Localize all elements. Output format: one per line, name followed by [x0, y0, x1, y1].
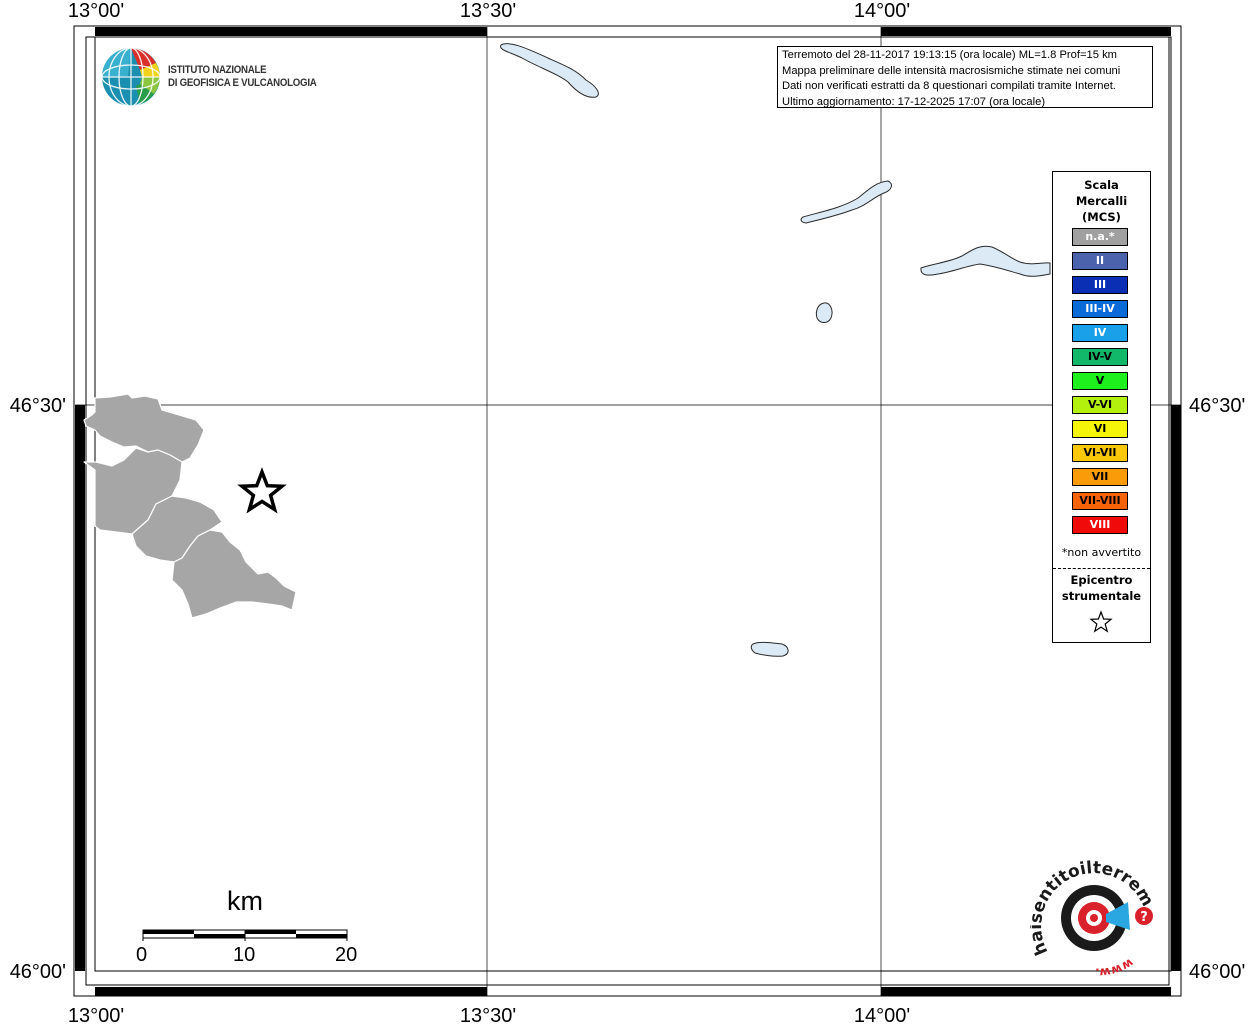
legend-swatch-4: IV: [1072, 324, 1128, 342]
legend-swatch-12: VIII: [1072, 516, 1128, 534]
haisentito-logo-prefix: www.: [1095, 956, 1136, 980]
event-info-box: Terremoto del 28-11-2017 19:13:15 (ora l…: [777, 46, 1153, 108]
legend-swatch-10: VII: [1072, 468, 1128, 486]
legend-swatch-9: VI-VII: [1072, 444, 1128, 462]
lon-label-top-2: 13°30': [460, 0, 516, 22]
event-info-line4: Ultimo aggiornamento: 17-12-2025 17:07 (…: [782, 95, 1046, 108]
legend-epicenter-line2: strumentale: [1061, 589, 1142, 603]
lon-label-top-1: 13°00': [68, 0, 124, 22]
legend-swatch-1: II: [1072, 252, 1128, 270]
haisentito-logo: haisentitoilterremoto.it www. ?: [1024, 845, 1160, 980]
legend-star-icon: [1089, 610, 1113, 633]
haisentito-logo-graphic: haisentitoilterremoto.it www. ?: [1024, 845, 1157, 980]
institute-name: ISTITUTO NAZIONALE DI GEOFISICA E VULCAN…: [168, 64, 317, 90]
lon-label-bottom-3: 14°00': [854, 1005, 910, 1024]
legend-note: *non avvertito: [1061, 546, 1142, 559]
legend-separator: [1053, 568, 1150, 569]
legend-swatch-5: IV-V: [1072, 348, 1128, 366]
legend-title-line1: Scala: [1084, 178, 1119, 192]
scale-label-20: 20: [335, 944, 358, 966]
lat-label-left-2: 46°00': [10, 961, 66, 983]
lon-label-top-3: 14°00': [854, 0, 910, 22]
legend-title: Scala Mercalli (MCS): [1053, 177, 1150, 225]
map-frame: [73, 25, 1182, 997]
svg-text:?: ?: [1140, 910, 1148, 925]
lat-label-right-2: 46°00': [1189, 961, 1245, 983]
legend-title-line2: Mercalli: [1075, 194, 1128, 208]
lon-label-bottom-1: 13°00': [68, 1005, 124, 1024]
lon-label-bottom-2: 13°30': [460, 1005, 516, 1024]
ingv-logo: ISTITUTO NAZIONALE DI GEOFISICA E VULCAN…: [100, 46, 340, 110]
globe-icon: [101, 47, 161, 107]
svg-text:www.: www.: [1095, 956, 1136, 976]
event-info-line1: Terremoto del 28-11-2017 19:13:15 (ora l…: [782, 49, 1117, 61]
legend-epicenter-line1: Epicentro: [1070, 573, 1133, 587]
institute-name-line1: ISTITUTO NAZIONALE: [168, 64, 267, 76]
scale-label-10: 10: [233, 944, 256, 966]
legend-swatch-7: V-VI: [1072, 396, 1128, 414]
intensity-legend: Scala Mercalli (MCS) n.a.* II III III-IV IV I…: [1052, 171, 1151, 643]
legend-swatch-11: VII-VIII: [1072, 492, 1128, 510]
scale-label-0: 0: [136, 944, 148, 966]
institute-name-line2: DI GEOFISICA E VULCANOLOGIA: [168, 77, 317, 89]
lat-label-right-1: 46°30': [1189, 395, 1245, 417]
legend-swatch-3: III-IV: [1072, 300, 1128, 318]
lake-small-oval: [815, 302, 833, 323]
legend-swatch-2: III: [1072, 276, 1128, 294]
legend-items: n.a.* II III III-IV IV IV-V V V-VI VI VI-VII VII VI…: [1072, 228, 1128, 540]
legend-epicenter-label: Epicentro strumentale: [1053, 572, 1150, 604]
legend-swatch-0: n.a.*: [1072, 228, 1128, 246]
event-info-line2: Mappa preliminare delle intensità macros…: [782, 64, 1121, 77]
legend-swatch-8: VI: [1072, 420, 1128, 438]
legend-swatch-6: V: [1072, 372, 1128, 390]
event-info-line3: Dati non verificati estratti da 8 questi…: [782, 80, 1116, 93]
scale-unit: km: [227, 886, 263, 916]
legend-title-line3: (MCS): [1082, 210, 1121, 224]
lat-label-left-1: 46°30': [10, 395, 66, 417]
